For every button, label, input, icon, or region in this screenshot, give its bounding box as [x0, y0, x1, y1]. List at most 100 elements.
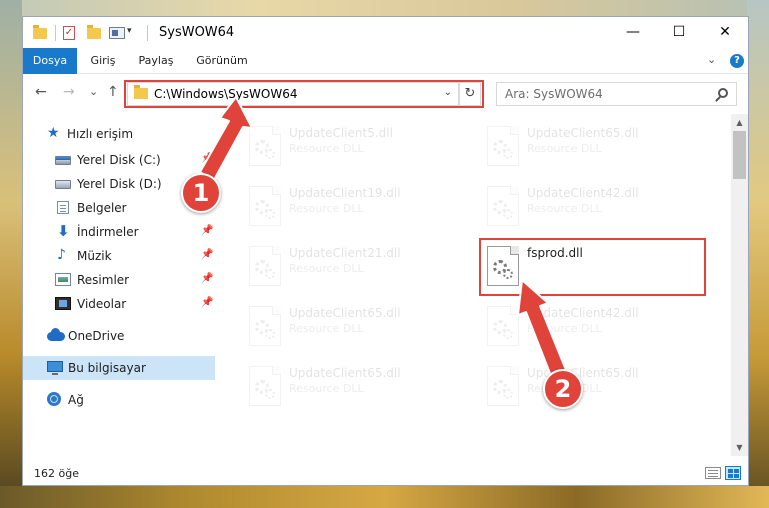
- help-icon[interactable]: ?: [730, 54, 744, 68]
- maximize-button[interactable]: ☐: [656, 17, 702, 48]
- file-item[interactable]: UpdateClient42.dll Resource DLL: [479, 302, 707, 352]
- sidebar-item-this-pc[interactable]: Bu bilgisayar: [23, 356, 215, 380]
- file-type: Resource DLL: [289, 382, 364, 395]
- new-folder-icon[interactable]: [87, 25, 101, 39]
- scroll-up-button[interactable]: ▲: [731, 114, 748, 131]
- pin-icon[interactable]: 📌: [201, 297, 213, 308]
- cloud-icon: [47, 328, 65, 341]
- sidebar-item-downloads[interactable]: ⬇ İndirmeler 📌: [23, 220, 215, 244]
- status-bar: 162 öğe: [23, 462, 748, 485]
- sidebar-item-label: Resimler: [77, 273, 130, 287]
- sidebar-item-label: OneDrive: [68, 329, 125, 343]
- back-button[interactable]: ←: [35, 84, 47, 100]
- pin-icon[interactable]: 📌: [201, 273, 213, 284]
- sidebar-item-network[interactable]: Ağ: [23, 388, 215, 412]
- item-count: 162 öğe: [34, 467, 79, 480]
- file-name: UpdateClient65.dll: [289, 306, 401, 320]
- scroll-down-button[interactable]: ▼: [731, 439, 748, 456]
- desktop-background-top: [0, 0, 769, 16]
- sidebar-item-label: İndirmeler: [77, 225, 139, 239]
- dll-file-icon: [487, 306, 519, 346]
- drive-icon: [55, 156, 71, 165]
- computer-icon: [47, 361, 63, 375]
- close-button[interactable]: ✕: [702, 17, 748, 48]
- file-name: UpdateClient5.dll: [289, 126, 393, 140]
- forward-button[interactable]: →: [63, 84, 75, 100]
- search-placeholder[interactable]: Ara: SysWOW64: [505, 87, 603, 101]
- desktop-background-bottom: [0, 486, 769, 508]
- dll-file-icon: [249, 186, 281, 226]
- sidebar-item-music[interactable]: ♪ Müzik 📌: [23, 244, 215, 268]
- file-item[interactable]: UpdateClient65.dll Resource DLL: [479, 362, 707, 412]
- details-view-icon[interactable]: [705, 467, 721, 479]
- chevron-down-icon[interactable]: ▾: [127, 26, 132, 42]
- sidebar-item-local-disk-c[interactable]: Yerel Disk (C:) 📌: [23, 148, 215, 172]
- toolbar-separator: [55, 25, 56, 41]
- download-icon: ⬇: [57, 222, 70, 240]
- large-icons-view-icon[interactable]: [725, 466, 741, 480]
- dll-file-icon: [249, 306, 281, 346]
- sidebar-item-videos[interactable]: Videolar 📌: [23, 292, 215, 316]
- dll-file-icon: [487, 366, 519, 406]
- pictures-icon: [55, 273, 71, 286]
- file-type: Resource DLL: [527, 322, 602, 335]
- expand-ribbon-icon[interactable]: ⌄: [707, 53, 716, 66]
- file-item[interactable]: UpdateClient65.dll Resource DLL: [241, 302, 469, 352]
- sidebar-item-label: Bu bilgisayar: [68, 361, 146, 375]
- recent-locations-button[interactable]: ⌄: [89, 85, 98, 98]
- sidebar-item-label: Videolar: [77, 297, 127, 311]
- minimize-button[interactable]: —: [610, 17, 656, 48]
- drive-icon: [55, 180, 71, 189]
- file-item[interactable]: UpdateClient65.dll Resource DLL: [479, 122, 707, 172]
- file-type: Resource DLL: [289, 262, 364, 275]
- star-icon: ★: [47, 125, 60, 141]
- music-icon: ♪: [57, 247, 66, 263]
- file-type: Resource DLL: [527, 202, 602, 215]
- step-1-badge: 1: [181, 173, 221, 213]
- file-type: Resource DLL: [289, 142, 364, 155]
- desktop-background-right: [747, 0, 769, 508]
- file-name: UpdateClient65.dll: [527, 126, 639, 140]
- file-item[interactable]: UpdateClient21.dll Resource DLL: [241, 242, 469, 292]
- ribbon-tabs: Dosya Giriş Paylaş Görünüm ⌄ ?: [23, 48, 748, 98]
- search-box[interactable]: Ara: SysWOW64: [496, 82, 737, 106]
- vertical-scrollbar[interactable]: ▲ ▼: [731, 114, 748, 456]
- videos-icon: [55, 297, 71, 310]
- toolbar-separator: [147, 25, 148, 41]
- dll-file-icon: [487, 126, 519, 166]
- file-item[interactable]: UpdateClient65.dll Resource DLL: [241, 362, 469, 412]
- pin-icon[interactable]: 📌: [201, 249, 213, 260]
- file-item[interactable]: UpdateClient19.dll Resource DLL: [241, 182, 469, 232]
- address-toolbar: ← → ⌄ ↑ C:\Windows\SysWOW64 ⌄ ↻ Ara: Sys…: [23, 74, 748, 114]
- pin-icon[interactable]: 📌: [201, 153, 213, 164]
- properties-check-icon[interactable]: ✓: [63, 26, 75, 40]
- window-title: SysWOW64: [159, 25, 235, 40]
- file-name: UpdateClient21.dll: [289, 246, 401, 260]
- pin-icon[interactable]: 📌: [201, 225, 213, 236]
- file-name: UpdateClient65.dll: [527, 366, 639, 380]
- file-item[interactable]: UpdateClient5.dll Resource DLL: [241, 122, 469, 172]
- sidebar-item-label: Belgeler: [77, 201, 127, 215]
- tab-home[interactable]: Giriş: [83, 48, 123, 74]
- step-2-badge: 2: [543, 369, 583, 409]
- address-highlight-box: [124, 80, 484, 108]
- scroll-thumb[interactable]: [733, 131, 746, 179]
- up-button[interactable]: ↑: [107, 84, 119, 100]
- tab-share[interactable]: Paylaş: [131, 48, 181, 74]
- file-type: Resource DLL: [527, 142, 602, 155]
- tab-view[interactable]: Görünüm: [191, 48, 253, 74]
- network-icon: [47, 392, 61, 406]
- file-name: UpdateClient42.dll: [527, 306, 639, 320]
- sidebar-item-pictures[interactable]: Resimler 📌: [23, 268, 215, 292]
- file-name: UpdateClient19.dll: [289, 186, 401, 200]
- dll-file-icon: [249, 126, 281, 166]
- sidebar-item-label: Müzik: [77, 249, 112, 263]
- sidebar-item-onedrive[interactable]: OneDrive: [23, 324, 215, 348]
- file-item[interactable]: UpdateClient42.dll Resource DLL: [479, 182, 707, 232]
- desktop-background-left: [0, 0, 22, 508]
- search-icon[interactable]: [718, 88, 728, 98]
- sidebar-item-label: Hızlı erişim: [67, 127, 134, 141]
- sidebar-item-quick-access[interactable]: ★ Hızlı erişim: [23, 122, 215, 146]
- navigation-pane: ★ Hızlı erişim Yerel Disk (C:) 📌 Yerel D…: [23, 114, 218, 456]
- customize-toolbar-icon[interactable]: [109, 27, 125, 39]
